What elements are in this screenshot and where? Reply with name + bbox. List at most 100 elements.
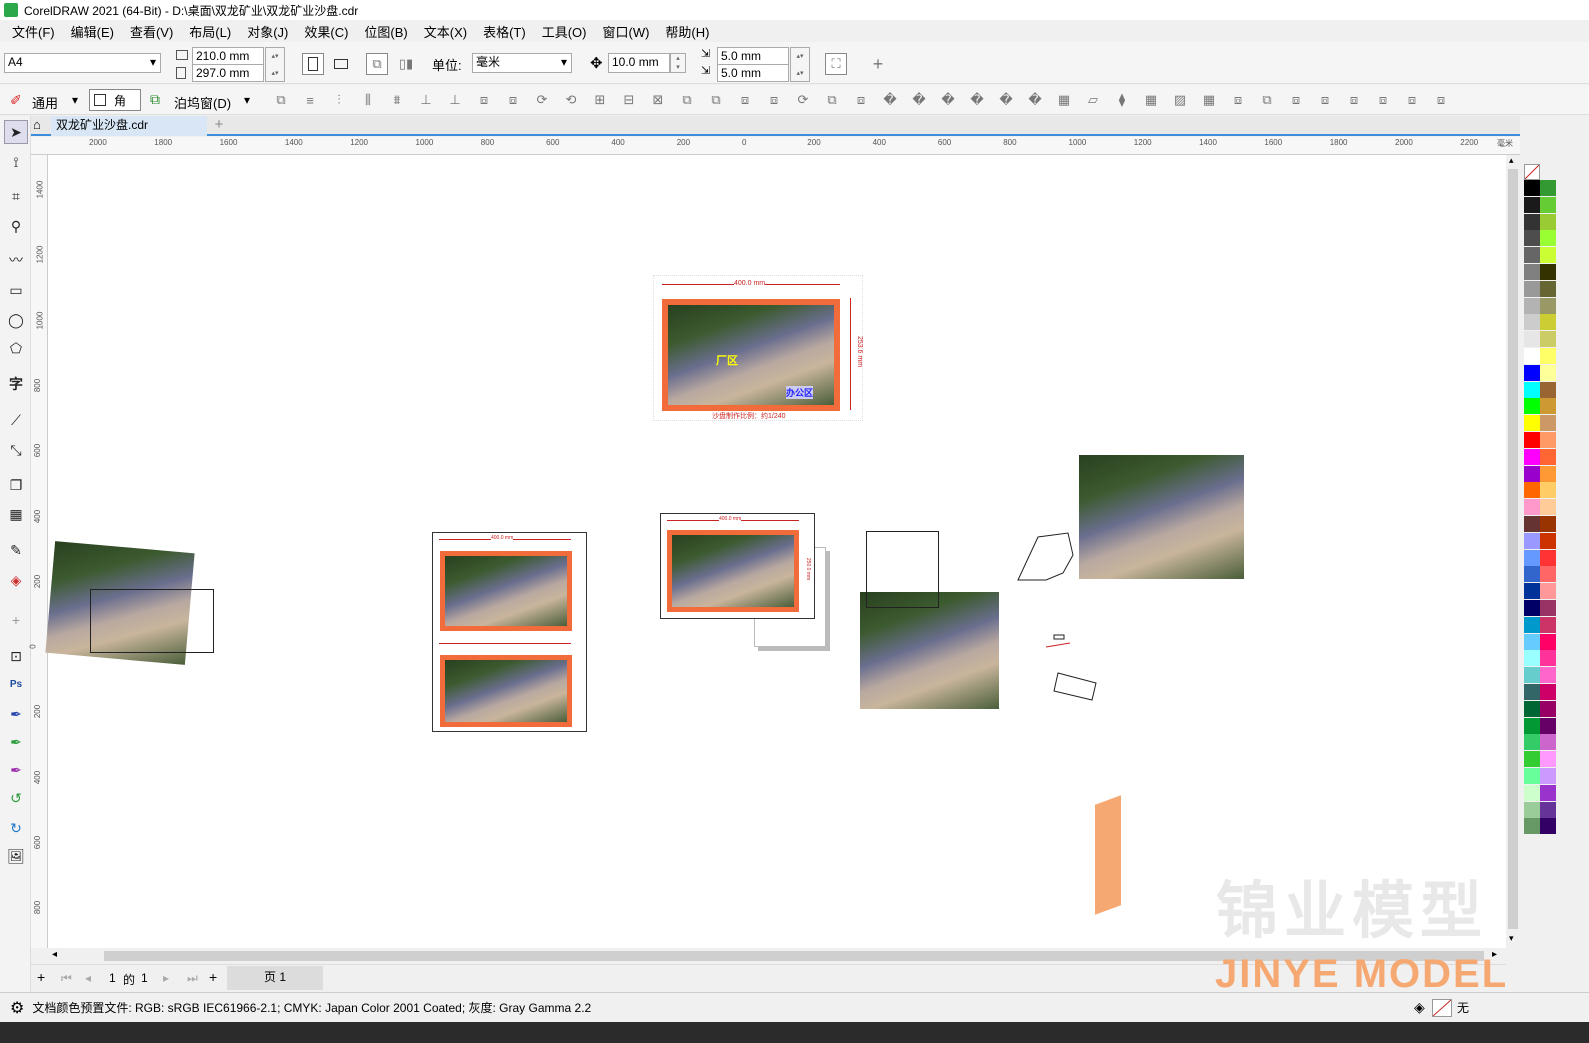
first-page-icon[interactable]: ⏮	[61, 971, 72, 986]
arrange-tool-icon[interactable]: �	[1024, 89, 1046, 111]
color-swatch[interactable]	[1540, 633, 1556, 650]
arrange-tool-icon[interactable]: ⫶	[328, 89, 350, 111]
color-swatch[interactable]	[1540, 314, 1556, 331]
new-tab-button[interactable]: +	[209, 116, 229, 134]
menu-text[interactable]: 文本(X)	[416, 22, 475, 41]
color-swatch[interactable]	[1540, 264, 1556, 280]
text-tool-button[interactable]: 字	[4, 372, 28, 396]
arrange-tool-icon[interactable]: ▦	[1198, 89, 1220, 111]
color-swatch[interactable]	[1524, 667, 1540, 684]
color-swatch[interactable]	[1540, 465, 1556, 482]
color-swatch[interactable]	[1540, 180, 1556, 196]
no-color-swatch[interactable]	[1524, 164, 1540, 180]
color-swatch[interactable]	[1524, 499, 1540, 516]
arrange-tool-icon[interactable]: ⟲	[560, 89, 582, 111]
menu-file[interactable]: 文件(F)	[4, 22, 63, 41]
color-swatch[interactable]	[1524, 650, 1540, 667]
menu-tools[interactable]: 工具(O)	[534, 22, 595, 41]
color-swatch[interactable]	[1524, 566, 1540, 583]
color-swatch[interactable]	[1540, 230, 1556, 247]
scroll-left-icon[interactable]: ◂	[52, 949, 57, 960]
arrange-tool-icon[interactable]: ⧈	[1430, 89, 1452, 111]
image-button[interactable]: 🖼	[4, 844, 28, 868]
color-swatch[interactable]	[1524, 196, 1540, 213]
color-swatch[interactable]	[1524, 700, 1540, 717]
color-swatch[interactable]	[1524, 768, 1540, 784]
color-swatch[interactable]	[1524, 398, 1540, 415]
polygon-tool-button[interactable]: ⬠	[4, 336, 28, 360]
mode-select[interactable]: 通用	[32, 93, 58, 112]
dimension-tool-button[interactable]: ⟋	[4, 408, 28, 432]
arrange-tool-icon[interactable]: ⧈	[734, 89, 756, 111]
menu-table[interactable]: 表格(T)	[475, 22, 534, 41]
gear-icon[interactable]: ⚙	[10, 998, 24, 1018]
duplicate-x-field[interactable]: 5.0 mm	[717, 47, 789, 65]
transparency-tool-button[interactable]: ▦	[4, 502, 28, 526]
add-button[interactable]: +	[867, 53, 889, 75]
plugin-blue-button[interactable]: ✒	[4, 702, 28, 726]
eyedropper-tool-button[interactable]: ✎	[4, 538, 28, 562]
arrange-tool-icon[interactable]: ⧈	[473, 89, 495, 111]
color-swatch[interactable]	[1540, 700, 1556, 717]
arrange-tool-icon[interactable]: ⧉	[705, 89, 727, 111]
color-swatch[interactable]	[1540, 583, 1556, 600]
last-page-icon[interactable]: ⏭	[187, 971, 198, 986]
arrange-tool-icon[interactable]: ⧈	[850, 89, 872, 111]
arrange-tool-icon[interactable]: ⧈	[502, 89, 524, 111]
vertical-scrollbar[interactable]: ▴ ▾	[1506, 155, 1520, 948]
arrange-tool-icon[interactable]: �	[908, 89, 930, 111]
color-swatch[interactable]	[1540, 650, 1556, 667]
color-swatch[interactable]	[1540, 499, 1556, 516]
color-swatch[interactable]	[1524, 482, 1540, 499]
trace-button[interactable]: ⊡	[4, 644, 28, 668]
color-swatch[interactable]	[1540, 566, 1556, 583]
menu-object[interactable]: 对象(J)	[239, 22, 296, 41]
menu-edit[interactable]: 编辑(E)	[63, 22, 122, 41]
color-swatch[interactable]	[1540, 768, 1556, 784]
color-swatch[interactable]	[1524, 264, 1540, 280]
scroll-thumb[interactable]	[1508, 169, 1518, 929]
color-swatch[interactable]	[1540, 196, 1556, 213]
drawing-canvas[interactable]: 400.0 mm 厂区 办公区 253.6 mm 沙盘制作比例：约1/240 4…	[45, 155, 1506, 948]
shadow-tool-button[interactable]: ❐	[4, 473, 28, 497]
square-outline[interactable]	[866, 531, 939, 608]
satellite-image-lower[interactable]	[440, 655, 572, 727]
color-swatch[interactable]	[1524, 684, 1540, 700]
photoshop-button[interactable]: Ps	[4, 672, 28, 696]
pick-tool-button[interactable]: ➤	[4, 120, 28, 144]
color-swatch[interactable]	[1540, 684, 1556, 700]
layout-sheet-double[interactable]: 400.0 mm	[432, 532, 587, 732]
all-pages-button[interactable]: ⧉	[366, 53, 388, 75]
arrange-tool-icon[interactable]: �	[995, 89, 1017, 111]
color-swatch[interactable]	[1540, 784, 1556, 801]
vertical-ruler[interactable]: 1400 1200 1000 800 600 400 200 0 200 400 600 800	[29, 155, 48, 948]
color-swatch[interactable]	[1540, 801, 1556, 818]
color-swatch[interactable]	[1524, 734, 1540, 751]
color-swatch[interactable]	[1524, 549, 1540, 566]
color-swatch[interactable]	[1524, 751, 1540, 768]
arrange-tool-icon[interactable]: ⊞	[589, 89, 611, 111]
chevron-down-icon[interactable]: ▾	[72, 93, 78, 107]
arrange-tool-icon[interactable]: ⧉	[676, 89, 698, 111]
color-swatch[interactable]	[1524, 717, 1540, 734]
next-page-icon[interactable]: ▸	[163, 971, 169, 985]
outline-shapes[interactable]	[1008, 525, 1118, 705]
menu-view[interactable]: 查看(V)	[122, 22, 181, 41]
color-swatch[interactable]	[1540, 667, 1556, 684]
color-swatch[interactable]	[1524, 364, 1540, 381]
color-swatch[interactable]	[1540, 213, 1556, 230]
nudge-spinner[interactable]: ▴ ▾	[670, 53, 686, 73]
docker-button[interactable]: 泊坞窗(D)	[174, 93, 231, 112]
prev-page-icon[interactable]: ◂	[85, 971, 91, 985]
arrange-tool-icon[interactable]: ≡	[299, 89, 321, 111]
arrange-tool-icon[interactable]: ⊥	[415, 89, 437, 111]
add-page-after-button[interactable]: +	[209, 969, 217, 985]
color-swatch[interactable]	[1540, 818, 1556, 835]
undo-button[interactable]: ↺	[4, 786, 28, 810]
menu-window[interactable]: 窗口(W)	[594, 22, 657, 41]
arrange-tool-icon[interactable]: ▦	[1140, 89, 1162, 111]
color-swatch[interactable]	[1524, 331, 1540, 348]
document-tab[interactable]: 双龙矿业沙盘.cdr	[51, 116, 207, 136]
corner-button[interactable]: 角	[89, 89, 141, 111]
arrange-tool-icon[interactable]: ▱	[1082, 89, 1104, 111]
